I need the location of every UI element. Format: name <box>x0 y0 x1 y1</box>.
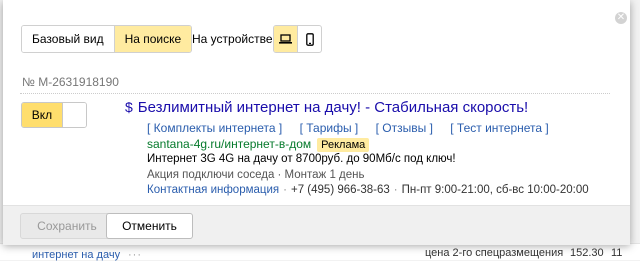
ad-title-link[interactable]: $ Безлимитный интернет на дачу! - Стабиль… <box>125 99 528 116</box>
ad-phone: +7 (495) 966-38-63 <box>291 184 390 196</box>
toggle-knob <box>62 103 86 127</box>
background-more-dots: ··· <box>128 249 142 261</box>
sitelink-tariffs[interactable]: [ Тарифы ] <box>300 121 359 135</box>
sitelink-speed-test[interactable]: [ Тест интернета ] <box>450 121 548 135</box>
close-icon[interactable]: ✕ <box>615 12 627 24</box>
sitelink-kits[interactable]: [ Комплекты интернета ] <box>147 121 282 135</box>
ad-display-url[interactable]: santana-4g.ru/интернет-в-дом <box>147 137 311 151</box>
device-label: На устройстве <box>192 32 273 46</box>
sitelink-reviews[interactable]: [ Отзывы ] <box>376 121 433 135</box>
dollar-icon: $ <box>125 99 133 115</box>
background-price-label: цена 2-го спецразмещения <box>425 247 564 259</box>
phone-icon[interactable] <box>297 26 321 52</box>
ad-number: № M-2631918190 <box>22 75 119 89</box>
ad-badge: Реклама <box>317 138 370 152</box>
toggle-on-label: Вкл <box>22 103 62 127</box>
contact-info-link[interactable]: Контактная информация <box>147 184 279 196</box>
view-switch: Базовый вид На поиске <box>21 25 193 53</box>
device-switch <box>273 25 322 53</box>
ad-status-toggle[interactable]: Вкл <box>21 102 87 128</box>
save-button[interactable]: Сохранить <box>20 213 114 239</box>
ad-url-line: santana-4g.ru/интернет-в-дом Реклама <box>147 137 370 152</box>
background-keyword-link[interactable]: интернет на дачу <box>32 249 120 261</box>
separator-dot: · <box>283 184 287 196</box>
ad-title-text: Безлимитный интернет на дачу! - Стабильн… <box>137 99 529 116</box>
background-extra-value: 11 <box>611 247 623 259</box>
ad-text: Интернет 3G 4G на дачу от 8700руб. до 90… <box>147 153 456 165</box>
background-price-value: 152.30 <box>570 247 604 259</box>
view-search-button[interactable]: На поиске <box>113 26 192 52</box>
ad-hours: Пн-пт 9:00-21:00, сб-вс 10:00-20:00 <box>401 184 589 196</box>
divider <box>20 93 610 94</box>
ad-sitelinks: [ Комплекты интернета ] [ Тарифы ] [ Отз… <box>147 121 563 135</box>
cancel-button[interactable]: Отменить <box>106 213 193 239</box>
ad-preview-popup: ✕ Базовый вид На поиске На устройстве № … <box>3 0 630 245</box>
ad-contact-line: Контактная информация · +7 (495) 966-38-63… <box>147 184 589 196</box>
view-basic-button[interactable]: Базовый вид <box>22 26 114 52</box>
laptop-icon[interactable] <box>274 26 297 52</box>
separator-dot: · <box>393 184 398 196</box>
ad-extension: Акция подключи соседа · Монтаж 1 день <box>147 169 365 181</box>
